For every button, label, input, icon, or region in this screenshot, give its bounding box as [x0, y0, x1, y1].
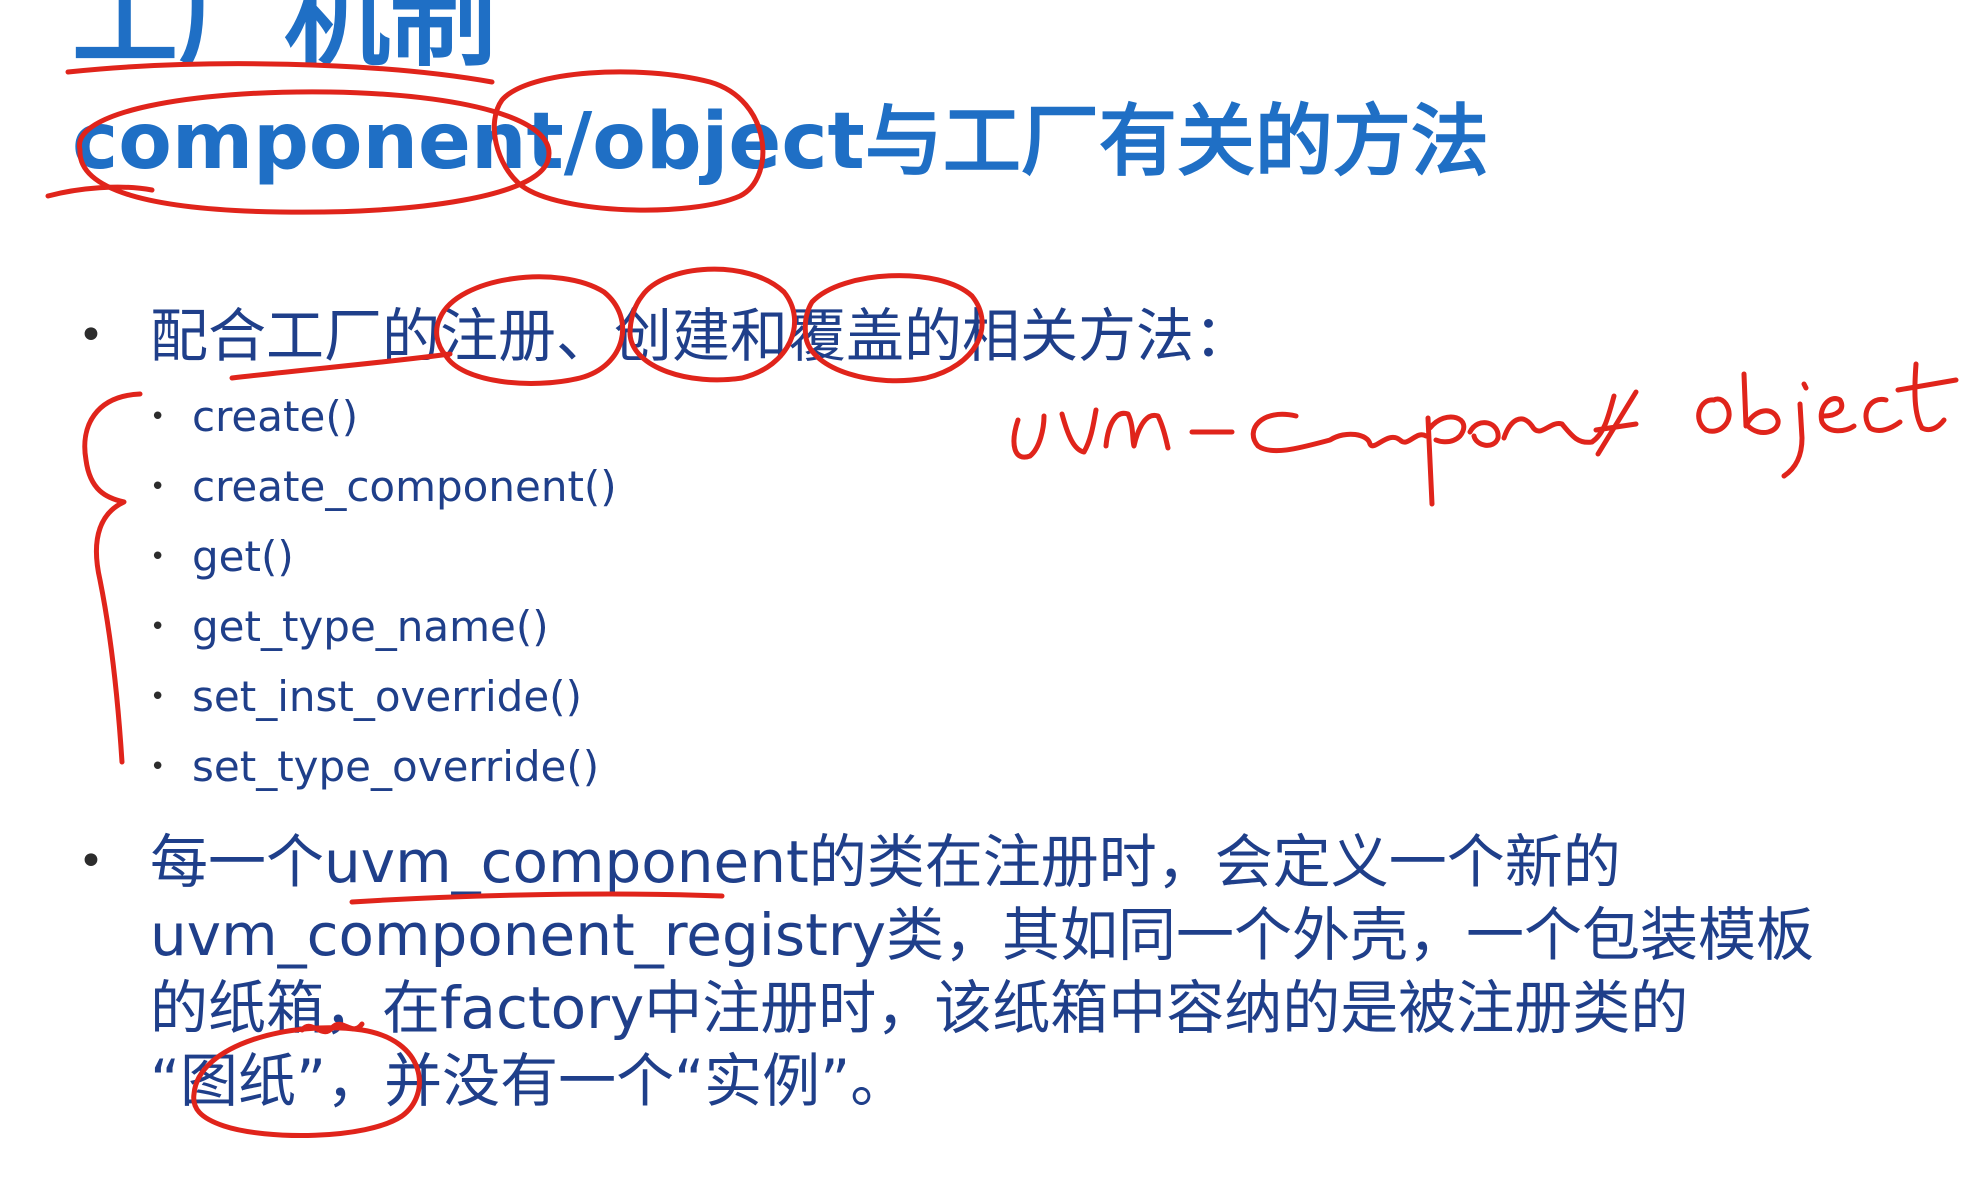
handwritten-component-text — [1250, 393, 1639, 507]
handwritten-slash — [1595, 389, 1639, 457]
method-name: set_type_override() — [192, 742, 600, 791]
list-item: • get() — [150, 528, 617, 598]
slide-title: 工厂机制 — [72, 0, 496, 81]
method-name: get() — [192, 532, 294, 581]
slide-subtitle: component/object与工厂有关的方法 — [72, 97, 1489, 187]
method-name: get_type_name() — [192, 602, 549, 651]
list-item: • create_component() — [150, 458, 617, 528]
bullet-paragraph: 每一个uvm_component的类在注册时，会定义一个新的 uvm_compo… — [150, 828, 1815, 1116]
method-name: set_inst_override() — [192, 672, 582, 721]
bullet-factory-methods: • 配合工厂的注册、创建和覆盖的相关方法： — [78, 300, 1253, 373]
bullet-dot: • — [150, 682, 166, 712]
bullet-dot: • — [150, 612, 166, 642]
bullet-registry-explanation: • 每一个uvm_component的类在注册时，会定义一个新的 uvm_com… — [78, 826, 1870, 1118]
bullet-dot: • — [78, 310, 104, 361]
bullet-dot: • — [78, 836, 104, 887]
method-name: create_component() — [192, 462, 617, 511]
bullet-dot: • — [150, 402, 166, 432]
bullet-dot: • — [150, 472, 166, 502]
slide: 工厂机制 component/object与工厂有关的方法 • 配合工厂的注册、… — [0, 0, 1962, 1192]
method-name: create() — [192, 392, 359, 441]
handwritten-uvm-text — [1011, 407, 1171, 460]
list-item: • get_type_name() — [150, 598, 617, 668]
bullet-text: 配合工厂的注册、创建和覆盖的相关方法： — [150, 302, 1253, 370]
method-list: • create() • create_component() • get() • ge… — [150, 388, 617, 808]
method-brace-stroke — [82, 391, 143, 765]
bullet-dot: • — [150, 542, 166, 572]
list-item: • set_inst_override() — [150, 668, 617, 738]
bullet-dot: • — [150, 752, 166, 782]
handwritten-object-text — [1696, 361, 1959, 479]
list-item: • create() — [150, 388, 617, 458]
list-item: • set_type_override() — [150, 738, 617, 808]
